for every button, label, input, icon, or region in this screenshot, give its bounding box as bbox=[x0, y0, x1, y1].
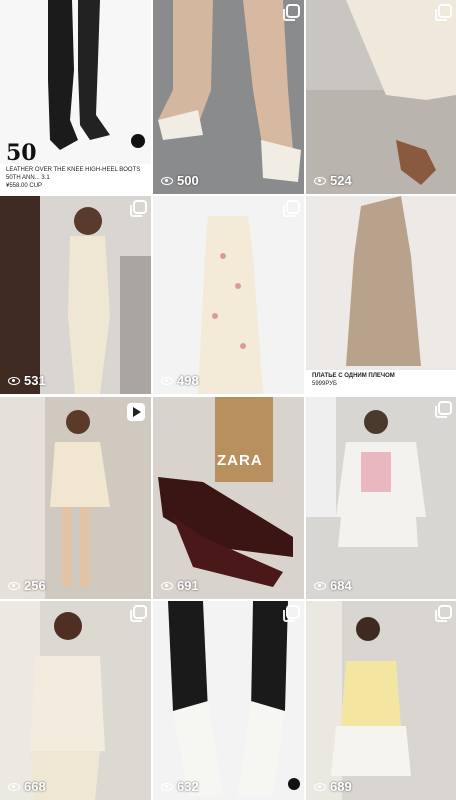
multi-post-icon bbox=[130, 605, 147, 622]
tile-image bbox=[306, 601, 456, 800]
view-count: 691 bbox=[161, 578, 199, 593]
tile-image bbox=[0, 601, 151, 800]
tile-image bbox=[0, 196, 151, 394]
grid-tile-8[interactable]: ZARA 691 bbox=[153, 397, 304, 599]
tile-image bbox=[153, 601, 304, 800]
grid-tile-2[interactable]: 500 bbox=[153, 0, 304, 194]
tile-image bbox=[153, 397, 304, 599]
tile-image bbox=[0, 397, 151, 599]
product-title: LEATHER OVER THE KNEE HIGH-HEEL BOOTS 50… bbox=[6, 167, 141, 181]
view-count: 531 bbox=[8, 373, 46, 388]
view-count: 256 bbox=[8, 578, 46, 593]
multi-post-icon bbox=[283, 4, 300, 21]
product-price: ¥558.00 CUP bbox=[6, 183, 43, 189]
product-caption: LEATHER OVER THE KNEE HIGH-HEEL BOOTS 50… bbox=[0, 164, 151, 194]
multi-post-icon bbox=[283, 200, 300, 217]
brand-mark: 50 bbox=[6, 140, 37, 166]
box-label: ZARA bbox=[217, 452, 263, 469]
view-count: 498 bbox=[161, 373, 199, 388]
multi-post-icon bbox=[435, 401, 452, 418]
grid-tile-5[interactable]: 498 bbox=[153, 196, 304, 394]
product-price: 5999РУБ bbox=[312, 381, 337, 387]
view-count: 684 bbox=[314, 578, 352, 593]
multi-post-icon bbox=[435, 605, 452, 622]
grid-tile-3[interactable]: 524 bbox=[306, 0, 456, 194]
eye-icon bbox=[8, 376, 20, 385]
tile-image bbox=[306, 196, 456, 394]
tile-image bbox=[306, 0, 456, 194]
tile-image bbox=[153, 196, 304, 394]
multi-post-icon bbox=[130, 200, 147, 217]
eye-icon bbox=[314, 176, 326, 185]
eye-icon bbox=[8, 782, 20, 791]
view-count: 524 bbox=[314, 173, 352, 188]
accessibility-icon[interactable] bbox=[131, 134, 145, 148]
eye-icon bbox=[161, 581, 173, 590]
view-count: 689 bbox=[314, 779, 352, 794]
grid-tile-11[interactable]: 632 bbox=[153, 601, 304, 800]
view-count: 632 bbox=[161, 779, 199, 794]
eye-icon bbox=[314, 782, 326, 791]
reel-icon bbox=[127, 403, 145, 421]
eye-icon bbox=[161, 782, 173, 791]
eye-icon bbox=[161, 376, 173, 385]
accessibility-icon[interactable] bbox=[288, 778, 300, 790]
grid-tile-9[interactable]: 684 bbox=[306, 397, 456, 599]
product-caption: ПЛАТЬЕ С ОДНИМ ПЛЕЧОМ 5999РУБ bbox=[306, 370, 456, 394]
grid-tile-10[interactable]: 668 bbox=[0, 601, 151, 800]
grid-tile-4[interactable]: 531 bbox=[0, 196, 151, 394]
view-count: 668 bbox=[8, 779, 46, 794]
view-count: 500 bbox=[161, 173, 199, 188]
tile-image bbox=[153, 0, 304, 194]
grid-tile-1[interactable]: 50 LEATHER OVER THE KNEE HIGH-HEEL BOOTS… bbox=[0, 0, 151, 194]
grid-tile-7[interactable]: 256 bbox=[0, 397, 151, 599]
grid-tile-12[interactable]: 689 bbox=[306, 601, 456, 800]
grid-tile-6[interactable]: ПЛАТЬЕ С ОДНИМ ПЛЕЧОМ 5999РУБ bbox=[306, 196, 456, 394]
multi-post-icon bbox=[435, 4, 452, 21]
multi-post-icon bbox=[283, 605, 300, 622]
eye-icon bbox=[161, 176, 173, 185]
eye-icon bbox=[314, 581, 326, 590]
tile-image bbox=[306, 397, 456, 599]
product-title: ПЛАТЬЕ С ОДНИМ ПЛЕЧОМ bbox=[312, 373, 395, 379]
eye-icon bbox=[8, 581, 20, 590]
